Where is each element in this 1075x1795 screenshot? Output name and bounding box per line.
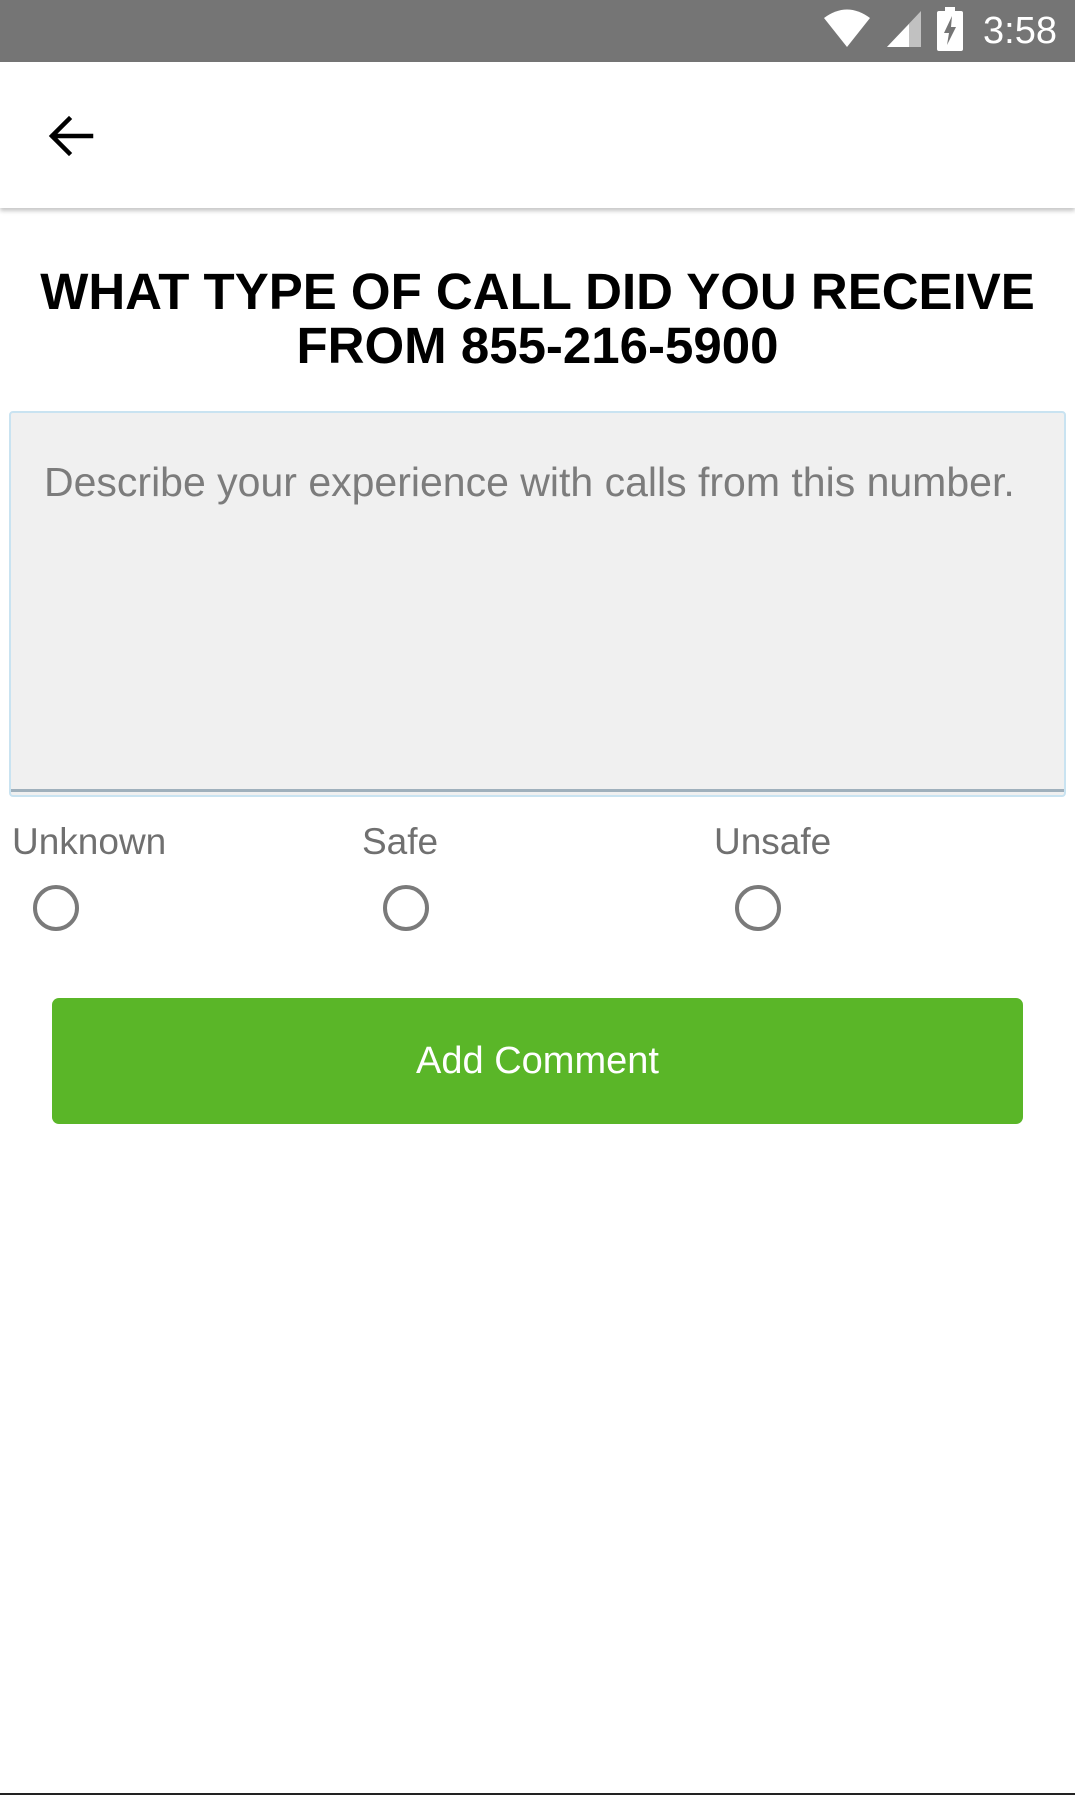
status-time: 3:58	[983, 9, 1057, 52]
radio-button-safe[interactable]	[383, 885, 429, 931]
add-comment-button[interactable]: Add Comment	[52, 998, 1023, 1124]
page-title-line-1: WHAT TYPE OF CALL DID YOU RECEIVE	[40, 263, 1035, 320]
cellular-signal-icon	[885, 9, 923, 54]
radio-option-safe[interactable]: Safe	[362, 815, 662, 945]
status-bar: 3:58	[0, 0, 1075, 62]
comment-field-container	[9, 411, 1066, 797]
comment-textarea[interactable]	[11, 413, 1064, 795]
radio-label-unknown: Unknown	[12, 821, 167, 862]
page-title: WHAT TYPE OF CALL DID YOU RECEIVE FROM 8…	[30, 265, 1045, 373]
app-bar	[0, 62, 1075, 208]
status-icons: 3:58	[823, 0, 1057, 62]
battery-charging-icon	[937, 6, 964, 56]
radio-option-unknown[interactable]: Unknown	[12, 815, 312, 945]
radio-button-unsafe[interactable]	[735, 885, 781, 931]
radio-label-safe: Safe	[362, 821, 439, 862]
radio-button-unknown[interactable]	[33, 885, 79, 931]
arrow-back-icon	[48, 115, 94, 157]
radio-label-unsafe: Unsafe	[714, 821, 832, 862]
radio-option-unsafe[interactable]: Unsafe	[714, 815, 1014, 945]
back-button[interactable]	[30, 100, 112, 172]
page-title-line-2: FROM 855-216-5900	[296, 317, 779, 374]
wifi-icon	[823, 9, 871, 54]
